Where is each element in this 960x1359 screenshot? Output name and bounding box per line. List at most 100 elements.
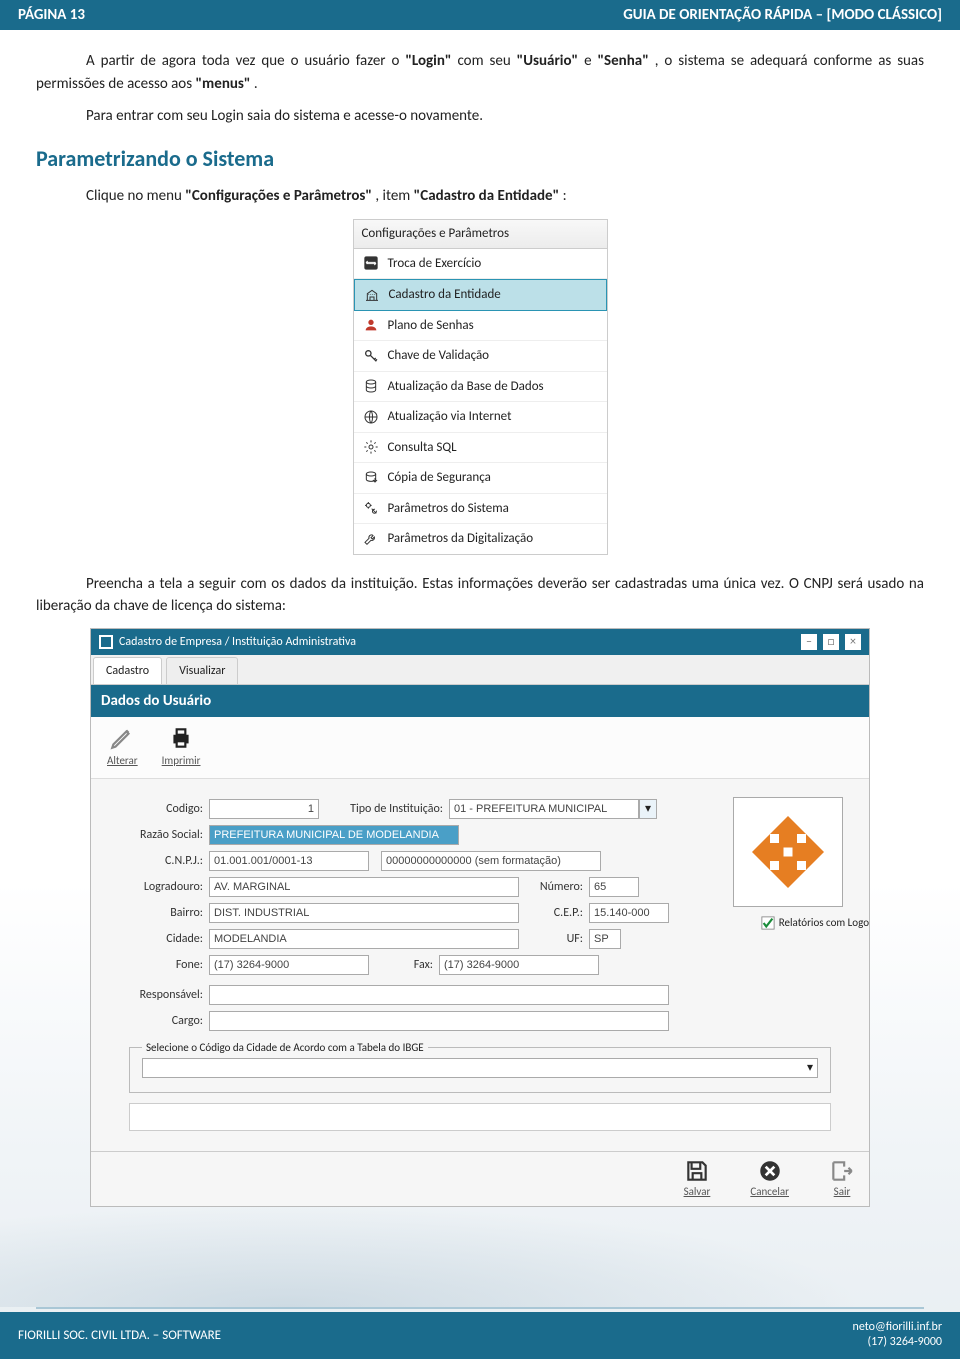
text-bold: "Senha" bbox=[597, 52, 648, 70]
cancelar-button[interactable]: Cancelar bbox=[750, 1158, 789, 1201]
swap-icon bbox=[362, 254, 380, 272]
salvar-button[interactable]: Salvar bbox=[684, 1158, 711, 1201]
maximize-icon[interactable]: □ bbox=[823, 634, 839, 650]
codigo-field[interactable] bbox=[209, 799, 319, 819]
menu-item-label: Cadastro da Entidade bbox=[389, 285, 501, 305]
cnpj-raw-field[interactable] bbox=[381, 851, 601, 871]
menu-item-plano-senhas[interactable]: Plano de Senhas bbox=[354, 311, 607, 342]
form-area: Relatórios com Logo Codigo: Tipo de Inst… bbox=[91, 779, 869, 1151]
printer-icon bbox=[168, 725, 194, 751]
config-menu: Configurações e Parâmetros Troca de Exer… bbox=[353, 219, 608, 555]
tab-cadastro[interactable]: Cadastro bbox=[93, 657, 162, 684]
menu-item-copia-seguranca[interactable]: Cópia de Segurança bbox=[354, 463, 607, 494]
menu-item-cadastro-entidade[interactable]: Cadastro da Entidade bbox=[354, 279, 607, 311]
menu-item-label: Troca de Exercício bbox=[388, 254, 482, 274]
text-bold: "Configurações e Parâmetros" bbox=[185, 187, 372, 205]
text: Clique no menu bbox=[86, 187, 185, 205]
menu-item-label: Chave de Validação bbox=[388, 346, 490, 366]
uf-field[interactable] bbox=[589, 929, 621, 949]
paragraph-3: Clique no menu "Configurações e Parâmetr… bbox=[36, 185, 924, 208]
toolbar: Alterar Imprimir bbox=[91, 717, 869, 779]
cargo-field[interactable] bbox=[209, 1011, 669, 1031]
text-bold: "menus" bbox=[195, 75, 250, 93]
globe-icon bbox=[362, 408, 380, 426]
wrench-icon bbox=[362, 530, 380, 548]
wrench-gear-icon bbox=[362, 499, 380, 517]
cnpj-field[interactable] bbox=[209, 851, 369, 871]
numero-field[interactable] bbox=[589, 877, 639, 897]
paragraph-2: Para entrar com seu Login saia do sistem… bbox=[36, 105, 924, 128]
menu-item-parametros-digitalizacao[interactable]: Parâmetros da Digitalização bbox=[354, 524, 607, 554]
paragraph-1: A partir de agora toda vez que o usuário… bbox=[36, 50, 924, 95]
imprimir-button[interactable]: Imprimir bbox=[162, 725, 201, 770]
window-icon bbox=[99, 635, 113, 649]
menu-item-label: Parâmetros da Digitalização bbox=[388, 529, 534, 549]
alterar-button[interactable]: Alterar bbox=[107, 725, 138, 770]
window-controls: – □ × bbox=[801, 634, 861, 650]
text: A partir de agora toda vez que o usuário… bbox=[86, 52, 405, 70]
fone-field[interactable] bbox=[209, 955, 369, 975]
guide-title: GUIA DE ORIENTAÇÃO RÁPIDA – [MODO CLÁSSI… bbox=[623, 6, 942, 24]
window-title: Cadastro de Empresa / Instituição Admini… bbox=[119, 633, 356, 651]
bairro-field[interactable] bbox=[209, 903, 519, 923]
minimize-icon[interactable]: – bbox=[801, 634, 817, 650]
ibge-legend: Selecione o Código da Cidade de Acordo c… bbox=[142, 1040, 428, 1057]
menu-item-parametros-sistema[interactable]: Parâmetros do Sistema bbox=[354, 494, 607, 525]
footer-company: FIORILLI SOC. CIVIL LTDA. – SOFTWARE bbox=[18, 1328, 221, 1343]
text-bold: "Cadastro da Entidade" bbox=[414, 187, 559, 205]
logradouro-field[interactable] bbox=[209, 877, 519, 897]
page-footer: FIORILLI SOC. CIVIL LTDA. – SOFTWARE net… bbox=[0, 1312, 960, 1359]
sair-button[interactable]: Sair bbox=[829, 1158, 855, 1201]
label-cargo: Cargo: bbox=[111, 1012, 209, 1030]
cancel-icon bbox=[757, 1158, 783, 1184]
building-icon bbox=[363, 286, 381, 304]
cep-field[interactable] bbox=[589, 903, 669, 923]
text: com seu bbox=[457, 52, 516, 70]
menu-item-atualizacao-internet[interactable]: Atualização via Internet bbox=[354, 402, 607, 433]
menu-item-chave-validacao[interactable]: Chave de Validação bbox=[354, 341, 607, 372]
footer-email: neto@fiorilli.inf.br bbox=[853, 1320, 942, 1334]
menu-item-consulta-sql[interactable]: Consulta SQL bbox=[354, 433, 607, 464]
label-codigo: Codigo: bbox=[111, 800, 209, 818]
footer-divider bbox=[36, 1307, 924, 1309]
button-label: Sair bbox=[834, 1184, 851, 1201]
checkbox-label: Relatórios com Logo bbox=[779, 915, 869, 932]
label-fone: Fone: bbox=[111, 956, 209, 974]
relatorios-logo-checkbox[interactable]: Relatórios com Logo bbox=[761, 915, 869, 932]
key-icon bbox=[362, 347, 380, 365]
close-icon[interactable]: × bbox=[845, 634, 861, 650]
result-box bbox=[129, 1103, 831, 1131]
text-bold: "Login" bbox=[405, 52, 451, 70]
exit-icon bbox=[829, 1158, 855, 1184]
text: , item bbox=[375, 187, 413, 205]
document-body: A partir de agora toda vez que o usuário… bbox=[0, 30, 960, 1207]
page-header: PÁGINA 13 GUIA DE ORIENTAÇÃO RÁPIDA – [M… bbox=[0, 0, 960, 30]
button-label: Alterar bbox=[107, 753, 138, 770]
label-bairro: Bairro: bbox=[111, 904, 209, 922]
section-title: Parametrizando o Sistema bbox=[36, 142, 924, 175]
menu-item-label: Parâmetros do Sistema bbox=[388, 499, 509, 519]
text: : bbox=[563, 187, 567, 205]
ibge-select[interactable]: ▾ bbox=[142, 1058, 818, 1078]
tab-visualizar[interactable]: Visualizar bbox=[166, 657, 238, 684]
database-icon bbox=[362, 377, 380, 395]
tipo-field[interactable] bbox=[449, 799, 639, 819]
fax-field[interactable] bbox=[439, 955, 599, 975]
save-icon bbox=[684, 1158, 710, 1184]
razao-field[interactable] bbox=[209, 825, 459, 845]
label-logradouro: Logradouro: bbox=[111, 878, 209, 896]
menu-header: Configurações e Parâmetros bbox=[354, 220, 607, 249]
user-icon bbox=[362, 316, 380, 334]
menu-item-label: Cópia de Segurança bbox=[388, 468, 491, 488]
label-numero: Número: bbox=[519, 878, 589, 896]
pencil-icon bbox=[109, 725, 135, 751]
dropdown-icon[interactable]: ▾ bbox=[639, 799, 657, 819]
menu-item-troca-exercicio[interactable]: Troca de Exercício bbox=[354, 249, 607, 280]
menu-item-label: Plano de Senhas bbox=[388, 316, 474, 336]
menu-item-atualizacao-base[interactable]: Atualização da Base de Dados bbox=[354, 372, 607, 403]
responsavel-field[interactable] bbox=[209, 985, 669, 1005]
cidade-field[interactable] bbox=[209, 929, 519, 949]
section-header: Dados do Usuário bbox=[91, 685, 869, 718]
label-razao: Razão Social: bbox=[111, 826, 209, 844]
button-label: Cancelar bbox=[750, 1184, 789, 1201]
